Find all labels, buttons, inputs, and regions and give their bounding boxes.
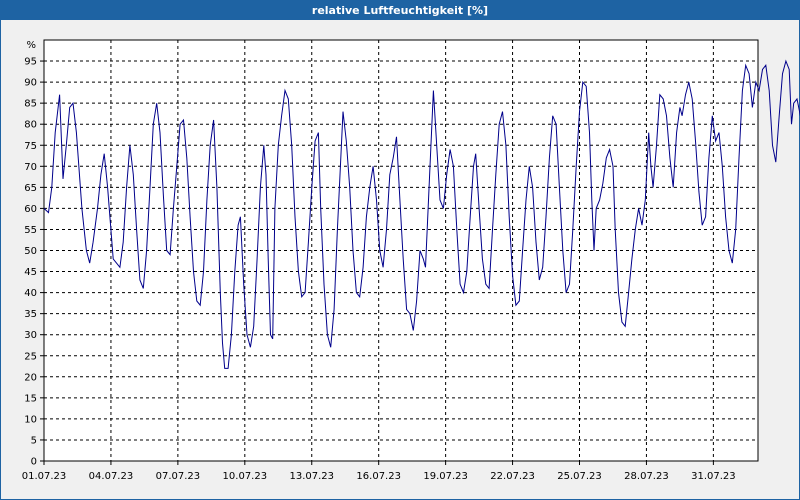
- y-tick-label: 50: [24, 246, 37, 257]
- x-tick-label: 28.07.23: [624, 471, 669, 482]
- x-tick-label: 16.07.23: [356, 471, 401, 482]
- x-tick-label: 25.07.23: [557, 471, 602, 482]
- y-tick-label: 70: [24, 162, 37, 173]
- x-tick-label: 22.07.23: [490, 471, 535, 482]
- y-tick-label: 40: [24, 288, 37, 299]
- x-tick-label: 04.07.23: [89, 471, 134, 482]
- y-tick-label: 35: [24, 309, 37, 320]
- humidity-chart: 0 5 10 15 20 25 30 35 40 45 50 55 60 65 70 75 80 85 90 95 0…: [22, 39, 800, 482]
- y-tick-label: 45: [24, 267, 37, 278]
- x-tick-label: 13.07.23: [289, 471, 334, 482]
- y-tick-label: 75: [24, 141, 37, 152]
- y-tick-label: 25: [24, 351, 37, 362]
- y-tick-label: 30: [24, 330, 37, 341]
- x-axis-ticks: 01.07.23 04.07.23 07.07.23 10.07.23 13.07.23…: [22, 461, 736, 482]
- x-tick-label: 19.07.23: [423, 471, 468, 482]
- y-tick-label: 10: [24, 414, 37, 425]
- x-tick-label: 07.07.23: [156, 471, 201, 482]
- y-tick-label: 95: [24, 57, 37, 68]
- x-tick-label: 31.07.23: [691, 471, 736, 482]
- y-tick-label: 20: [24, 372, 37, 383]
- y-tick-label: 80: [24, 120, 37, 131]
- y-tick-label: 55: [24, 225, 37, 236]
- y-axis-label: %: [26, 40, 36, 51]
- y-axis-ticks: 0 5 10 15 20 25 30 35 40 45 50 55 60 65 70 75 80 85 90 95: [24, 57, 44, 468]
- y-tick-label: 60: [24, 204, 37, 215]
- y-tick-label: 0: [31, 457, 37, 468]
- y-tick-label: 5: [31, 435, 37, 446]
- y-tick-label: 15: [24, 393, 37, 404]
- y-tick-label: 90: [24, 78, 37, 89]
- y-tick-label: 85: [24, 99, 37, 110]
- x-tick-label: 10.07.23: [223, 471, 268, 482]
- y-tick-label: 65: [24, 183, 37, 194]
- x-tick-label: 01.07.23: [22, 471, 67, 482]
